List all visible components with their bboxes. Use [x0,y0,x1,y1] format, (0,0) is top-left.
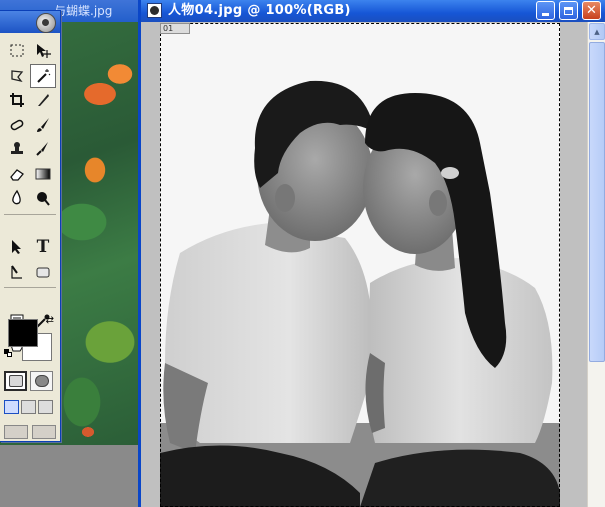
jump-to-imageready-button[interactable] [4,425,28,439]
tool-separator [4,287,56,292]
stamp-icon [11,142,23,155]
burn-tool[interactable] [30,186,56,211]
crop-tool[interactable] [4,88,30,113]
tool-separator [4,213,56,219]
vertical-scrollbar[interactable]: ▲ [587,22,605,507]
magic-wand-tool[interactable] [30,63,56,88]
eraser-icon [10,168,24,181]
document-icon[interactable] [147,3,162,18]
path-selection-tool[interactable] [4,235,30,260]
screen-mode-row [4,400,56,416]
eraser-tool[interactable] [4,162,30,187]
layer-tag: 01 [160,23,190,34]
brush-tool[interactable] [30,113,56,138]
full-screen-menu-button[interactable] [21,400,36,414]
quick-mask-mode-button[interactable] [30,371,53,391]
burn-icon [37,192,50,206]
type-icon: T [36,237,50,258]
history-brush-tool[interactable] [30,137,56,162]
healing-brush-tool[interactable] [4,113,30,138]
maximize-button[interactable] [559,1,578,20]
move-tool[interactable] [30,39,56,64]
document-image[interactable]: 01 [160,23,560,507]
color-swatches: ⇄ [4,315,54,363]
swap-colors-icon[interactable]: ⇄ [46,315,54,326]
rect-marquee-icon [10,44,24,57]
rect-marquee-tool[interactable] [4,39,30,64]
minimize-button[interactable] [536,1,555,20]
standard-mode-button[interactable] [4,371,27,391]
arrow-pointer-icon [12,240,21,255]
blur-tool[interactable] [4,186,30,211]
default-colors-icon[interactable] [4,349,12,357]
maximize-icon [564,6,573,15]
close-button[interactable]: ✕ [582,1,601,20]
standard-mode-icon [8,375,23,387]
clone-stamp-tool[interactable] [4,137,30,162]
jump-to-row [4,425,56,441]
brush-icon [37,117,49,132]
standard-screen-button[interactable] [4,400,19,414]
scroll-up-arrow-icon[interactable]: ▲ [589,23,605,40]
quick-mask-icon [34,375,49,387]
close-icon: ✕ [586,3,597,18]
rectangle-shape-tool[interactable] [30,260,56,285]
bandage-icon [10,119,24,130]
document-titlebar[interactable]: 人物04.jpg @ 100%(RGB) ✕ [141,0,605,22]
lasso-tool[interactable] [4,64,30,89]
crop-icon [10,93,24,108]
children-photo [160,23,560,507]
gradient-icon [35,168,51,180]
history-brush-icon [36,142,48,156]
jump-to-imageready-icon[interactable] [32,425,56,439]
lasso-icon [11,70,24,82]
foreground-color-swatch[interactable] [8,319,38,347]
slice-tool[interactable] [30,88,56,113]
pen-icon [11,265,22,279]
move-icon [37,44,51,59]
type-tool[interactable]: T [30,235,56,260]
document-title: 人物04.jpg @ 100%(RGB) [168,3,351,18]
tool-grid: T [4,39,56,358]
slice-icon [38,94,49,107]
pen-tool[interactable] [4,260,30,285]
tool-palette-header[interactable] [0,11,60,33]
gradient-tool[interactable] [30,162,56,187]
minimize-icon [542,13,549,16]
full-screen-button[interactable] [38,400,53,414]
mask-mode-row [4,371,56,393]
drop-icon [12,190,21,205]
rectangle-shape-icon [36,267,50,278]
photoshop-eye-icon[interactable] [36,13,56,33]
magic-wand-icon [37,68,51,83]
tool-palette: T ⇄ [0,10,61,442]
scroll-thumb[interactable] [589,42,605,362]
